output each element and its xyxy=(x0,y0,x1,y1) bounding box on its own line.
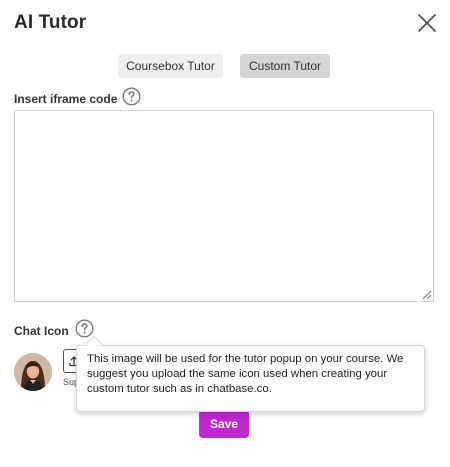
supported-formats-text: Sup xyxy=(63,377,77,387)
question-circle-icon xyxy=(122,87,141,106)
resize-grip-icon[interactable] xyxy=(421,289,432,300)
ai-tutor-modal: AI Tutor Coursebox Tutor Custom Tutor In… xyxy=(0,0,450,467)
iframe-code-label: Insert iframe code xyxy=(14,92,118,106)
avatar-image xyxy=(14,353,52,391)
close-icon xyxy=(418,14,436,32)
modal-title: AI Tutor xyxy=(14,12,87,33)
iframe-code-input[interactable] xyxy=(14,110,434,302)
save-button[interactable]: Save xyxy=(199,410,249,438)
question-circle-icon xyxy=(75,319,94,338)
chat-icon-label: Chat Icon xyxy=(14,324,69,338)
iframe-help-icon[interactable] xyxy=(122,87,141,106)
tab-custom-tutor[interactable]: Custom Tutor xyxy=(240,54,330,78)
tutor-avatar xyxy=(14,353,52,391)
tab-coursebox-tutor[interactable]: Coursebox Tutor xyxy=(118,54,223,78)
chat-icon-help-icon[interactable] xyxy=(75,319,94,338)
close-button[interactable] xyxy=(416,12,438,34)
chat-icon-tooltip: This image will be used for the tutor po… xyxy=(76,345,425,412)
